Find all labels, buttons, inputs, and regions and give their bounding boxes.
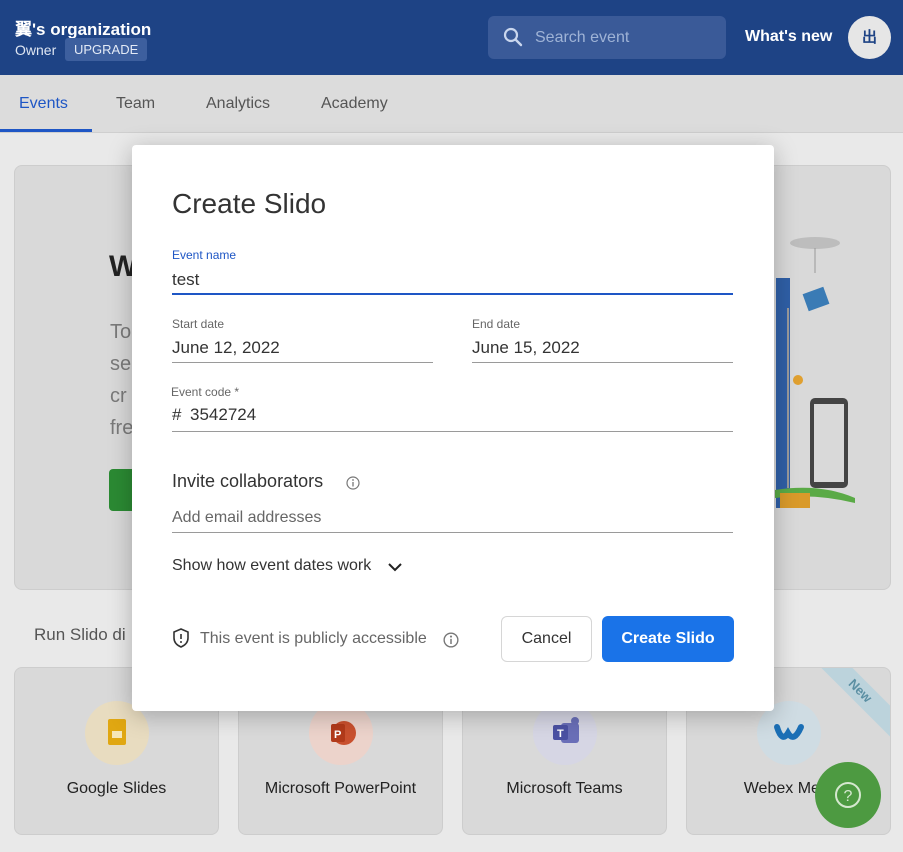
info-icon[interactable]: [443, 632, 459, 648]
cancel-button[interactable]: Cancel: [501, 616, 592, 662]
info-icon[interactable]: [346, 476, 360, 490]
help-button[interactable]: ?: [815, 762, 881, 828]
public-access-note: This event is publicly accessible: [200, 630, 427, 647]
start-date-underline: [172, 362, 433, 363]
event-code-field[interactable]: 3542724: [190, 405, 256, 425]
help-icon: ?: [835, 782, 861, 808]
dialog-title: Create Slido: [172, 188, 327, 219]
show-dates-toggle[interactable]: Show how event dates work: [172, 557, 371, 575]
event-name-input[interactable]: [172, 267, 733, 293]
event-code-label: Event code *: [171, 385, 240, 399]
start-date-label: Start date: [172, 317, 225, 331]
invite-underline: [172, 532, 733, 533]
create-slido-dialog: Create Slido Event name Start date June …: [132, 145, 774, 711]
shield-icon: [173, 628, 189, 648]
event-name-label: Event name: [172, 248, 237, 262]
hash-icon: #: [172, 405, 182, 424]
invite-collaborators-heading: Invite collaborators: [172, 471, 324, 491]
event-code-underline: [172, 431, 733, 432]
chevron-down-icon[interactable]: [387, 559, 403, 575]
end-date-underline: [472, 362, 733, 363]
create-slido-button[interactable]: Create Slido: [602, 616, 734, 662]
end-date-field[interactable]: June 15, 2022: [472, 338, 580, 358]
end-date-label: End date: [472, 317, 521, 331]
svg-text:?: ?: [844, 788, 853, 805]
start-date-field[interactable]: June 12, 2022: [172, 338, 280, 358]
event-name-underline: [172, 293, 733, 295]
invite-email-input[interactable]: [172, 505, 733, 531]
